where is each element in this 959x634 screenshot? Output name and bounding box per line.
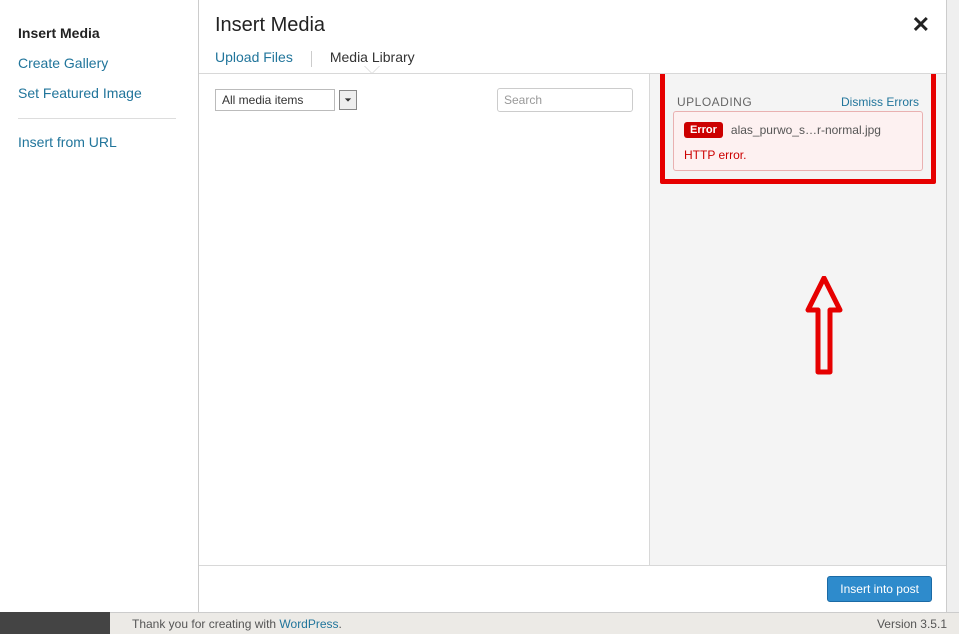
upload-error-card: Error alas_purwo_s…r-normal.jpg HTTP err… — [673, 111, 923, 171]
page-title: Insert Media — [215, 14, 325, 37]
modal-footer: Insert into post — [199, 565, 946, 612]
tab-separator — [311, 51, 312, 67]
upload-status-header: UPLOADING Dismiss Errors — [673, 87, 923, 111]
main-header: Insert Media ✕ — [199, 0, 946, 37]
media-modal-main: Insert Media ✕ Upload Files Media Librar… — [198, 0, 946, 612]
footer-thanks-prefix: Thank you for creating with — [132, 617, 279, 631]
footer-thanks-suffix: . — [339, 617, 342, 631]
content-row: All media items UPLOADING Dismiss Errors — [199, 74, 946, 565]
footer-version: Version 3.5.1 — [877, 617, 947, 631]
chevron-down-icon[interactable] — [339, 90, 357, 110]
window-scrollbar[interactable] — [946, 0, 959, 612]
footer-thanks: Thank you for creating with WordPress. — [132, 617, 342, 631]
upload-error-row: Error alas_purwo_s…r-normal.jpg — [684, 122, 912, 138]
attachment-details-pane: UPLOADING Dismiss Errors Error alas_purw… — [650, 74, 946, 565]
filter-select-value: All media items — [215, 89, 335, 111]
sidebar-item-insert-from-url[interactable]: Insert from URL — [18, 127, 198, 157]
tabs: Upload Files Media Library — [199, 49, 946, 74]
upload-error-message: HTTP error. — [684, 148, 912, 162]
tab-upload-files[interactable]: Upload Files — [215, 49, 293, 73]
admin-footer: Thank you for creating with WordPress. V… — [0, 612, 959, 634]
filter-select[interactable]: All media items — [215, 89, 357, 111]
sidebar-item-create-gallery[interactable]: Create Gallery — [18, 48, 198, 78]
media-grid-body[interactable] — [215, 120, 633, 551]
footer-wordpress-link[interactable]: WordPress — [279, 617, 338, 631]
media-modal-sidebar: Insert Media Create Gallery Set Featured… — [0, 0, 198, 612]
annotation-arrow-up-icon — [804, 276, 844, 376]
sidebar-item-set-featured[interactable]: Set Featured Image — [18, 78, 198, 108]
close-icon[interactable]: ✕ — [912, 14, 930, 36]
annotation-highlight-box: UPLOADING Dismiss Errors Error alas_purw… — [660, 74, 936, 184]
grid-toolbar: All media items — [215, 88, 633, 112]
sidebar-separator — [18, 118, 176, 119]
insert-into-post-button[interactable]: Insert into post — [827, 576, 932, 602]
search-input[interactable] — [497, 88, 633, 112]
media-grid-area: All media items — [199, 74, 650, 565]
sidebar-item-insert-media[interactable]: Insert Media — [18, 18, 198, 48]
tab-media-library[interactable]: Media Library — [330, 49, 415, 73]
upload-error-filename: alas_purwo_s…r-normal.jpg — [731, 123, 881, 137]
dismiss-errors-link[interactable]: Dismiss Errors — [841, 95, 919, 109]
error-badge: Error — [684, 122, 723, 138]
uploading-label: UPLOADING — [677, 95, 752, 109]
